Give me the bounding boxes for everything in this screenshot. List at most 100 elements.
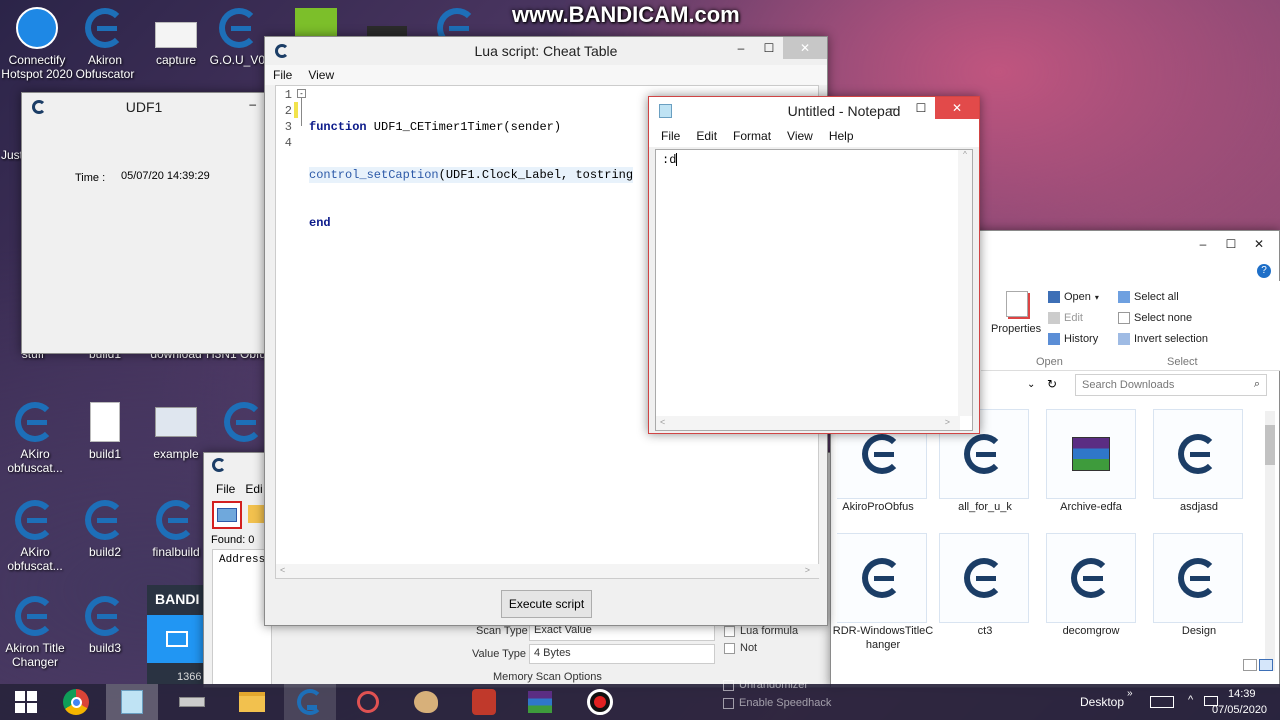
udf1-window[interactable]: UDF1 – Time : 05/07/20 14:39:29 — [21, 92, 267, 354]
desktop-icon-green-app[interactable] — [295, 8, 337, 38]
toolbar-expand-icon[interactable]: » — [1127, 688, 1133, 699]
desktop-icon-build1-b[interactable]: build1 — [68, 400, 142, 461]
select-none-button[interactable]: Select none — [1118, 312, 1192, 324]
search-box[interactable]: Search Downloads ⌕ — [1075, 374, 1267, 396]
execute-script-button[interactable]: Execute script — [501, 590, 592, 618]
cheat-engine-icon — [964, 434, 1004, 474]
properties-button[interactable]: Properties — [991, 323, 1041, 335]
help-icon[interactable]: ? — [1257, 264, 1271, 278]
file-label-3: Archive-edfa — [1060, 501, 1122, 513]
history-button[interactable]: History — [1048, 333, 1098, 345]
desktop-icon-akiron-obfuscator[interactable]: Akiron Obfuscator — [68, 6, 142, 81]
not-checkbox[interactable]: Not — [724, 642, 757, 654]
details-view-icon[interactable] — [1243, 659, 1257, 671]
udf1-minimize-button[interactable]: – — [249, 97, 256, 111]
lua-close-button[interactable]: ✕ — [783, 37, 827, 59]
notepad-text-area[interactable]: :d ^ < > — [655, 149, 973, 431]
desktop-icon-akiro-obfuscat-2[interactable]: AKiro obfuscat... — [0, 498, 70, 573]
desktop-icon-akiron-title-changer[interactable]: Akiron Title Changer — [0, 594, 70, 669]
explorer-close-button[interactable]: ✕ — [1245, 233, 1273, 255]
edit-button[interactable]: Edit — [1048, 312, 1083, 324]
address-column-header[interactable]: Address — [213, 550, 271, 570]
text-cursor — [676, 153, 678, 167]
scan-type-label: Scan Type — [476, 625, 528, 637]
properties-icon — [1006, 291, 1028, 317]
explorer-maximize-button[interactable]: ☐ — [1217, 233, 1245, 255]
lua-minimize-button[interactable]: – — [727, 37, 755, 59]
enable-speedhack-checkbox[interactable]: Enable Speedhack — [723, 697, 831, 709]
cheat-engine-icon — [1178, 558, 1218, 598]
bandicam-window[interactable]: BANDI 1366 — [147, 585, 207, 685]
lua-formula-checkbox[interactable]: Lua formula — [724, 625, 798, 637]
start-button[interactable] — [0, 684, 52, 720]
notepad-menu-help[interactable]: Help — [821, 129, 862, 143]
taskbar-winrar[interactable] — [514, 684, 566, 720]
lua-hscrollbar[interactable]: < > — [276, 564, 820, 578]
taskbar-bandicam[interactable] — [574, 684, 626, 720]
file-label-5: RDR-WindowsTitleChanger — [832, 625, 934, 651]
show-hidden-icons-chevron[interactable]: ^ — [1188, 694, 1193, 706]
taskbar-keyboard-app[interactable] — [166, 684, 218, 720]
ribbon-group-open-label: Open — [1036, 356, 1063, 368]
clock-date[interactable]: 07/05/2020 — [1212, 704, 1267, 716]
select-all-button[interactable]: Select all — [1118, 291, 1179, 303]
file-tile-4[interactable] — [1153, 409, 1243, 499]
address-list[interactable]: Address — [212, 549, 272, 685]
modified-line-marker — [294, 102, 298, 118]
explorer-scrollbar[interactable] — [1265, 411, 1275, 671]
desktop-icon-example[interactable]: example — [139, 400, 213, 461]
file-tile-7[interactable] — [1046, 533, 1136, 623]
notepad-menu-edit[interactable]: Edit — [688, 129, 725, 143]
notepad-menu-file[interactable]: File — [653, 129, 688, 143]
open-button[interactable]: Open ▾ — [1048, 291, 1099, 303]
taskbar-snipping-tool[interactable] — [342, 684, 394, 720]
desktop-icon-connectify[interactable]: Connectify Hotspot 2020 — [0, 6, 74, 81]
taskbar-notepad[interactable] — [106, 684, 158, 720]
fold-toggle-icon[interactable]: - — [297, 89, 306, 98]
file-tile-8[interactable] — [1153, 533, 1243, 623]
invert-selection-button[interactable]: Invert selection — [1118, 333, 1208, 345]
notepad-titlebar: Untitled - Notepad – ☐ ✕ — [649, 97, 979, 125]
notepad-menu-format[interactable]: Format — [725, 129, 779, 143]
clock-time[interactable]: 14:39 — [1228, 688, 1256, 700]
unrandomizer-checkbox[interactable]: Unrandomizer — [723, 679, 808, 691]
notepad-menu-view[interactable]: View — [779, 129, 821, 143]
lua-menubar: File View — [265, 65, 827, 85]
desktop-icon-build3[interactable]: build3 — [68, 594, 142, 655]
desktop-icon-build2[interactable]: build2 — [68, 498, 142, 559]
taskbar-paint[interactable] — [400, 684, 452, 720]
keyboard-icon[interactable] — [1150, 696, 1174, 708]
desktop-icon-gou[interactable]: G.O.U_V0. — [206, 6, 272, 67]
file-tile-3[interactable] — [1046, 409, 1136, 499]
refresh-icon[interactable]: ↻ — [1047, 377, 1057, 391]
desktop-icon-capture[interactable]: capture — [139, 20, 213, 67]
notepad-vscrollbar[interactable]: ^ — [958, 150, 972, 416]
desktop-icon-ce-mid[interactable] — [224, 402, 264, 442]
taskbar-cheat-engine[interactable] — [284, 684, 336, 720]
notepad-close-button[interactable]: ✕ — [935, 97, 979, 119]
lua-maximize-button[interactable]: ☐ — [755, 37, 783, 59]
process-select-button[interactable] — [212, 501, 242, 529]
taskbar-game-app[interactable] — [458, 684, 510, 720]
desktop-icon-finalbuild[interactable]: finalbuild — [139, 498, 213, 559]
address-dropdown-chevron[interactable]: ⌄ — [1027, 379, 1035, 390]
ce-menu-edit[interactable]: Edi — [241, 482, 266, 496]
taskbar-chrome[interactable] — [50, 684, 102, 720]
lua-menu-view[interactable]: View — [300, 68, 342, 82]
lua-menu-file[interactable]: File — [265, 68, 300, 82]
notepad-window[interactable]: Untitled - Notepad – ☐ ✕ File Edit Forma… — [648, 96, 980, 434]
bandicam-screen-mode-button[interactable] — [147, 615, 207, 663]
taskbar-file-explorer[interactable] — [226, 684, 278, 720]
lua-titlebar: Lua script: Cheat Table – ☐ ✕ — [265, 37, 827, 65]
notepad-minimize-button[interactable]: – — [879, 97, 907, 119]
notepad-hscrollbar[interactable]: < > — [656, 416, 960, 430]
ce-menu-file[interactable]: File — [204, 482, 241, 496]
large-icons-view-icon[interactable] — [1259, 659, 1273, 671]
notepad-maximize-button[interactable]: ☐ — [907, 97, 935, 119]
desktop-icon-akiro-obfuscat-1[interactable]: AKiro obfuscat... — [0, 400, 70, 475]
desktop-toolbar-label[interactable]: Desktop — [1080, 695, 1124, 709]
value-type-select[interactable]: 4 Bytes — [529, 644, 715, 664]
explorer-minimize-button[interactable]: – — [1189, 233, 1217, 255]
file-tile-6[interactable] — [939, 533, 1029, 623]
file-tile-5[interactable] — [837, 533, 927, 623]
